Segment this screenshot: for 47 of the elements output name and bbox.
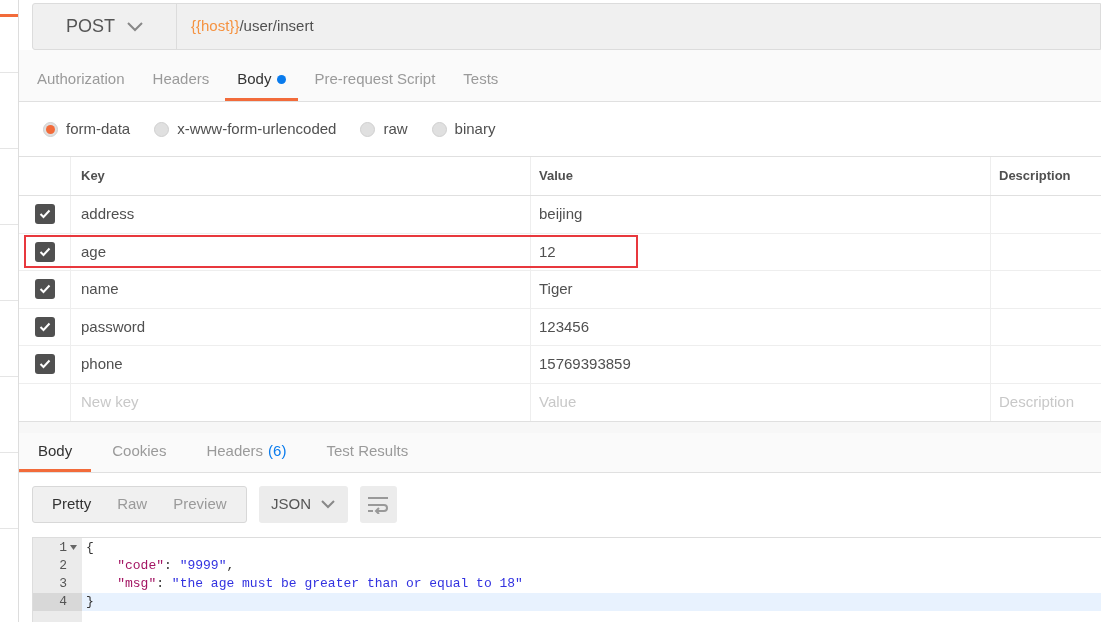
response-tab[interactable]: Headers (6) bbox=[187, 433, 306, 472]
value-cell-text: 123456 bbox=[539, 316, 590, 337]
key-cell-text: address bbox=[81, 204, 135, 224]
request-tab[interactable]: Body bbox=[225, 61, 299, 101]
body-type-radio[interactable]: x-www-form-urlencoded bbox=[154, 117, 337, 141]
value-cell-text: 12 bbox=[539, 241, 556, 262]
wrap-lines-button[interactable] bbox=[359, 486, 397, 523]
wrap-lines-icon bbox=[367, 495, 390, 514]
checkmark-icon bbox=[38, 284, 51, 295]
line-number: 2 bbox=[59, 556, 67, 575]
column-header: Description bbox=[999, 167, 1071, 186]
line-number: 4 bbox=[59, 592, 67, 611]
key-cell-text: phone bbox=[81, 354, 123, 374]
view-mode-button[interactable]: Pretty bbox=[39, 489, 105, 520]
checkbox[interactable] bbox=[34, 316, 55, 337]
checkbox[interactable] bbox=[34, 241, 55, 262]
value-cell-text: beijing bbox=[539, 204, 583, 224]
checkmark-icon bbox=[38, 209, 51, 220]
checkbox[interactable] bbox=[34, 204, 55, 225]
code-line: "code": "9999", bbox=[116, 556, 235, 575]
column-header: Key bbox=[81, 167, 105, 186]
fold-caret-icon[interactable] bbox=[70, 545, 77, 550]
checkbox[interactable] bbox=[34, 354, 55, 375]
checkmark-icon bbox=[38, 359, 51, 370]
chevron-down-icon bbox=[321, 500, 336, 509]
column-header: Value bbox=[539, 167, 573, 186]
body-type-radio[interactable]: form-data bbox=[43, 117, 131, 141]
code-line: } bbox=[86, 592, 94, 611]
body-type-radio[interactable]: raw bbox=[360, 117, 408, 141]
value-cell-text: 15769393859 bbox=[539, 354, 631, 374]
body-type-radio[interactable]: binary bbox=[431, 117, 496, 141]
key-cell-text: name bbox=[81, 279, 119, 299]
code-line: "msg": "the age must be greater than or equal to 18" bbox=[116, 574, 523, 593]
line-number: 3 bbox=[59, 574, 67, 593]
key-cell-text: password bbox=[81, 316, 146, 337]
checkmark-icon bbox=[38, 321, 51, 332]
checkbox[interactable] bbox=[34, 279, 55, 300]
value-cell-text: Tiger bbox=[539, 279, 573, 299]
chevron-down-icon bbox=[127, 21, 143, 32]
checkmark-icon bbox=[38, 246, 51, 257]
url-field[interactable]: {{host}}/user/insert bbox=[177, 4, 1100, 49]
format-dropdown[interactable]: JSON bbox=[258, 486, 348, 523]
response-tab[interactable]: Body bbox=[19, 433, 92, 472]
key-cell-text: age bbox=[81, 241, 107, 262]
line-number: 1 bbox=[59, 538, 67, 557]
code-line: { bbox=[86, 538, 94, 557]
method-dropdown[interactable]: POST bbox=[33, 4, 177, 49]
